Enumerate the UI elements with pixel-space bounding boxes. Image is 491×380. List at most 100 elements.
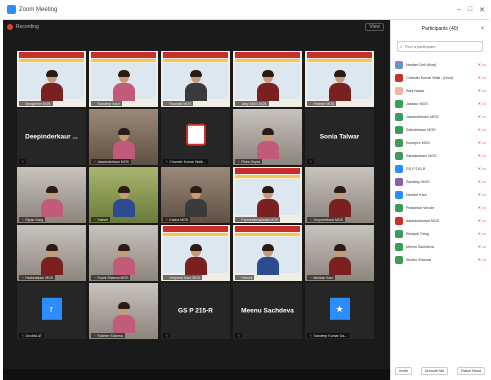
muted-mic-icon: ✕ bbox=[93, 159, 97, 164]
window-title: Zoom Meeting bbox=[19, 6, 58, 13]
tile-name-label: ✕ Rhea Gupta bbox=[235, 159, 263, 164]
participant-row[interactable]: Sarit Nadar ✕ ▭ bbox=[395, 84, 486, 97]
participant-avatar bbox=[395, 138, 403, 147]
recording-label: Recording bbox=[16, 24, 39, 30]
banner-stripe bbox=[235, 59, 300, 62]
tile-name-label: ✕ GruditA AT bbox=[19, 333, 45, 338]
video-tile[interactable]: r ✕ GruditA AT bbox=[17, 283, 86, 339]
video-tile[interactable]: Sonia Talwar ✕ bbox=[305, 109, 374, 165]
window-controls: – □ ✕ bbox=[457, 6, 485, 14]
tile-name-label: ✕ Jasp MOS MOS bbox=[235, 101, 269, 106]
invite-button[interactable]: Invite bbox=[395, 367, 413, 375]
tile-name: Bengimlite MOS bbox=[25, 101, 51, 106]
meeting-toolbar bbox=[3, 369, 390, 380]
muted-mic-icon: ✕ bbox=[21, 159, 25, 164]
participant-avatar bbox=[395, 242, 403, 251]
view-button[interactable]: View bbox=[365, 23, 384, 31]
video-tile[interactable]: ✕ Harkiratkaur MOS bbox=[17, 225, 86, 281]
video-tile[interactable]: ★ ✕ Sandeep Kumar Ga... bbox=[305, 283, 374, 339]
video-tile[interactable]: Deepinderkaur ... ✕ bbox=[17, 109, 86, 165]
tile-name-label: ✕ Sandeep Kaur bbox=[91, 101, 122, 106]
participant-avatar bbox=[395, 164, 403, 173]
muted-mic-icon: ✕ bbox=[21, 333, 25, 338]
close-panel-icon[interactable]: ✕ bbox=[480, 25, 485, 32]
video-tile[interactable]: ✕ Ruchi Sharma MOS bbox=[89, 225, 158, 281]
muted-mic-icon: ✕ bbox=[237, 159, 241, 164]
video-tile[interactable]: ✕ Bengimlite MOS bbox=[17, 51, 86, 107]
mic-video-off-icon: ✕ ▭ bbox=[477, 127, 486, 132]
video-tile[interactable]: ✕ Sandeep Kaur bbox=[89, 51, 158, 107]
participant-row[interactable]: Chander Kumar Walk...(Host) ✕ ▭ bbox=[395, 71, 486, 84]
tile-name: Gurpreetkaur MOS bbox=[313, 217, 343, 222]
muted-mic-icon: ✕ bbox=[309, 101, 313, 106]
video-tile[interactable]: ✕ Jaswinderkaur MOS bbox=[89, 109, 158, 165]
video-tile[interactable]: ✕ Sakshi bbox=[89, 167, 158, 223]
maximize-icon[interactable]: □ bbox=[468, 6, 472, 14]
muted-mic-icon: ✕ bbox=[21, 101, 25, 106]
close-icon[interactable]: ✕ bbox=[479, 6, 485, 14]
participant-row[interactable]: Jaskaur MOS ✕ ▭ bbox=[395, 97, 486, 110]
participant-row[interactable]: Sindhu Sharma ✕ ▭ bbox=[395, 253, 486, 266]
tile-name-label: ✕ Rakhee Sharma bbox=[91, 333, 125, 338]
gallery-grid: ✕ Bengimlite MOS ✕ Sandeep Kaur ✕ Raunakt MOS… bbox=[17, 51, 375, 341]
participant-row[interactable]: Phalankar Vinode ✕ ▭ bbox=[395, 201, 486, 214]
video-tile[interactable]: ✕ Jasp MOS MOS bbox=[233, 51, 302, 107]
participant-row[interactable]: Meenu Sachdeva ✕ ▭ bbox=[395, 240, 486, 253]
video-tile[interactable]: ✕ Chander Kumar Walk... bbox=[161, 109, 230, 165]
mic-video-off-icon: ✕ ▭ bbox=[477, 88, 486, 93]
participant-row[interactable]: Neelam Deli (Host) ✕ ▭ bbox=[395, 58, 486, 71]
tile-name: Jaswinderkaur MOS bbox=[97, 159, 129, 164]
tile-name-label: ✕ Bengimlite MOS bbox=[19, 101, 53, 106]
muted-mic-icon: ✕ bbox=[93, 101, 97, 106]
participant-row[interactable]: Kandaunkaur MOS ✕ ▭ bbox=[395, 149, 486, 162]
mic-video-off-icon: ✕ ▭ bbox=[477, 244, 486, 249]
participant-row[interactable]: Jaswinderkaur MOS ✕ ▭ bbox=[395, 110, 486, 123]
video-tile[interactable]: ✕ Rhea Gupta bbox=[233, 109, 302, 165]
banner-stripe bbox=[91, 59, 156, 62]
video-tile[interactable]: ✕ Raunakt MOS bbox=[161, 51, 230, 107]
muted-mic-icon: ✕ bbox=[237, 101, 241, 106]
tile-row: Deepinderkaur ... ✕ ✕ Jaswinderkaur MOS ✕ Cha… bbox=[17, 109, 375, 165]
participants-title: Participants (40) bbox=[421, 26, 459, 32]
tile-name-label: ✕ Chander Kumar Walk... bbox=[163, 159, 208, 164]
participant-row[interactable]: Nechtel Kaur ✕ ▭ bbox=[395, 188, 486, 201]
video-tile[interactable]: ✕ Hintnee MOS bbox=[305, 51, 374, 107]
mic-video-off-icon: ✕ ▭ bbox=[477, 140, 486, 145]
tile-name-label: ✕ bbox=[19, 159, 27, 164]
display-name: Deepinderkaur ... bbox=[25, 133, 78, 141]
participant-video bbox=[40, 70, 63, 101]
minimize-icon[interactable]: – bbox=[457, 6, 461, 14]
participant-row[interactable]: Sandeep MOS ✕ ▭ bbox=[395, 175, 486, 188]
participant-row[interactable]: Satinderkaur MOS ✕ ▭ bbox=[395, 123, 486, 136]
tile-name-label: ✕ Gurpreetkaur MOS bbox=[307, 217, 345, 222]
mic-video-off-icon: ✕ ▭ bbox=[477, 257, 486, 262]
tile-name: Raunakt MOS bbox=[169, 101, 192, 106]
video-tile[interactable]: GS P 215-R ✕ bbox=[161, 283, 230, 339]
participant-row[interactable]: Aalaskarkumar MOS ✕ ▭ bbox=[395, 214, 486, 227]
video-tile[interactable]: ✕ Mehtab Kaur bbox=[305, 225, 374, 281]
participant-row[interactable]: Rinalpal Tiring ✕ ▭ bbox=[395, 227, 486, 240]
raise-hand-button[interactable]: Raise Hand bbox=[457, 367, 485, 375]
participant-row[interactable]: Kuumpre MOS ✕ ▭ bbox=[395, 136, 486, 149]
video-tile[interactable]: ✕ Harpreet Kaur MOS bbox=[161, 225, 230, 281]
video-tile[interactable]: ✕ Ripan Garg bbox=[17, 167, 86, 223]
tile-row: ✕ Bengimlite MOS ✕ Sandeep Kaur ✕ Raunakt MOS… bbox=[17, 51, 375, 107]
video-tile[interactable]: ✕ Kasha MOS bbox=[161, 167, 230, 223]
muted-mic-icon: ✕ bbox=[93, 217, 97, 222]
video-tile[interactable]: ✕ Purmindervalaulia MOS bbox=[233, 167, 302, 223]
muted-mic-icon: ✕ bbox=[165, 217, 169, 222]
video-tile[interactable]: Meenu Sachdeva ✕ bbox=[233, 283, 302, 339]
tile-name-label: ✕ bbox=[235, 333, 243, 338]
participant-row[interactable]: GS P 215-R ✕ ▭ bbox=[395, 162, 486, 175]
video-tile[interactable]: ✕ Harshit bbox=[233, 225, 302, 281]
video-tile[interactable]: ✕ Gurpreetkaur MOS bbox=[305, 167, 374, 223]
muted-mic-icon: ✕ bbox=[21, 217, 25, 222]
video-tile[interactable]: ✕ Rakhee Sharma bbox=[89, 283, 158, 339]
mic-video-off-icon: ✕ ▭ bbox=[477, 75, 486, 80]
unmute-me-button[interactable]: Unmute Me bbox=[420, 367, 449, 375]
participant-avatar bbox=[395, 255, 403, 264]
banner-stripe bbox=[19, 59, 84, 62]
participant-video bbox=[184, 244, 207, 275]
participant-search-input[interactable] bbox=[404, 44, 475, 49]
banner-stripe bbox=[235, 175, 300, 178]
